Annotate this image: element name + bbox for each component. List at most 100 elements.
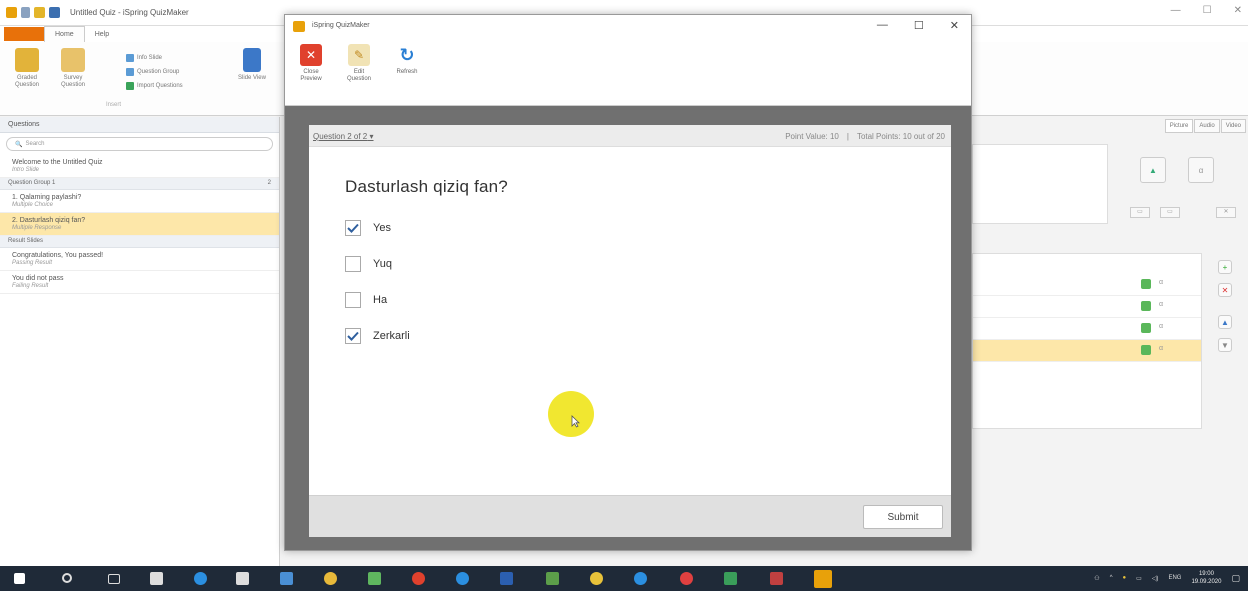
maximize-icon[interactable]: ☐: [1203, 5, 1212, 16]
table-row[interactable]: α: [973, 296, 1201, 318]
graded-question-icon: [15, 48, 39, 72]
store-icon[interactable]: [236, 572, 249, 585]
move-up-icon[interactable]: ▲: [1218, 315, 1232, 329]
question-nav-dropdown[interactable]: Question 2 of 2 ▾: [313, 132, 374, 141]
equation-icon[interactable]: α: [1159, 345, 1163, 352]
volume-icon[interactable]: ◁): [1152, 575, 1159, 582]
app-icon-2[interactable]: [324, 572, 337, 585]
mail-icon[interactable]: [150, 572, 163, 585]
open-folder-icon[interactable]: [34, 7, 45, 18]
option-zerkarli[interactable]: Zerkarli: [345, 328, 410, 344]
equation-icon[interactable]: α: [1188, 157, 1214, 183]
app-icon-9[interactable]: [770, 572, 783, 585]
tab-picture[interactable]: Picture: [1164, 119, 1194, 133]
clock[interactable]: 19:00 19.09.2020: [1191, 570, 1221, 586]
graded-question-button[interactable]: Graded Question: [8, 48, 46, 89]
chrome-icon[interactable]: [412, 572, 425, 585]
list-item-question-2[interactable]: 2. Dasturlash qiziq fan? Multiple Respon…: [0, 213, 279, 236]
close-preview-label: Close Preview: [300, 69, 322, 82]
equation-icon[interactable]: α: [1159, 279, 1163, 286]
submit-button[interactable]: Submit: [863, 505, 943, 529]
refresh-button[interactable]: ↻ Refresh: [389, 44, 425, 76]
question-group-header[interactable]: Question Group 1 2: [0, 178, 279, 190]
picture-icon[interactable]: [1141, 323, 1151, 333]
search-icon: 🔍: [15, 141, 23, 148]
table-row[interactable]: α: [973, 318, 1201, 340]
close-preview-button[interactable]: ✕ Close Preview: [293, 44, 329, 83]
app-icon-5[interactable]: [590, 572, 603, 585]
delete-answer-icon[interactable]: ✕: [1218, 283, 1232, 297]
word-icon[interactable]: [500, 572, 513, 585]
close-icon[interactable]: ✕: [1234, 5, 1242, 16]
search-input[interactable]: 🔍 Search: [6, 137, 273, 151]
delete-picture-button[interactable]: ✕: [1216, 207, 1236, 218]
tab-home[interactable]: Home: [44, 26, 85, 42]
save-icon[interactable]: [49, 7, 60, 18]
app-icon-6[interactable]: [634, 572, 647, 585]
table-row[interactable]: α: [973, 340, 1201, 362]
edit-question-button[interactable]: ✎ Edit Question: [341, 44, 377, 83]
network-icon[interactable]: ▭: [1136, 575, 1142, 582]
checkbox-yes[interactable]: [345, 220, 361, 236]
clock-date: 19.09.2020: [1191, 579, 1222, 585]
checkbox-yuq[interactable]: [345, 256, 361, 272]
picture-option-2-button[interactable]: ▭: [1160, 207, 1180, 218]
survey-question-button[interactable]: Survey Question: [54, 48, 92, 89]
telegram-icon[interactable]: [456, 572, 469, 585]
minimize-icon[interactable]: —: [1171, 5, 1181, 16]
app-icon-7[interactable]: [680, 572, 693, 585]
app-icon-1[interactable]: [280, 572, 293, 585]
option-yuq[interactable]: Yuq: [345, 256, 392, 272]
task-view-icon[interactable]: [108, 574, 120, 584]
app-icon-4[interactable]: [546, 572, 559, 585]
tab-help[interactable]: Help: [85, 26, 119, 42]
option-ha[interactable]: Ha: [345, 292, 387, 308]
people-icon[interactable]: ⚇: [1094, 575, 1099, 582]
start-windows-icon[interactable]: [14, 573, 25, 584]
tab-video[interactable]: Video: [1220, 119, 1246, 133]
picture-icon[interactable]: [1141, 301, 1151, 311]
picture-option-1-button[interactable]: ▭: [1130, 207, 1150, 218]
dialog-maximize-icon[interactable]: ☐: [914, 19, 924, 32]
tab-audio[interactable]: Audio: [1194, 119, 1220, 133]
picture-icon[interactable]: [1141, 279, 1151, 289]
app-icon-3[interactable]: [368, 572, 381, 585]
quizmaker-taskbar-icon[interactable]: [814, 570, 832, 588]
tray-app-icon[interactable]: ●: [1123, 575, 1127, 581]
question-group-button[interactable]: Question Group: [126, 68, 179, 76]
language-indicator[interactable]: ENG: [1168, 575, 1181, 581]
list-item-question-1[interactable]: 1. Qalaming paylashi? Multiple Choice: [0, 190, 279, 213]
slide-view-button[interactable]: Slide View: [238, 48, 266, 82]
add-picture-icon[interactable]: ▲: [1140, 157, 1166, 183]
question-group-icon: [126, 68, 134, 76]
info-slide-button[interactable]: Info Slide: [126, 54, 162, 62]
app-icon-8[interactable]: [724, 572, 737, 585]
list-item-result-pass[interactable]: Congratulations, You passed! Passing Res…: [0, 248, 279, 271]
intro-sub: Intro Slide: [12, 167, 40, 173]
equation-icon[interactable]: α: [1159, 323, 1163, 330]
result-pass-title: Congratulations, You passed!: [12, 252, 104, 259]
checkbox-ha[interactable]: [345, 292, 361, 308]
list-item-intro[interactable]: Welcome to the Untitled Quiz Intro Slide: [0, 155, 279, 178]
move-down-icon[interactable]: ▼: [1218, 338, 1232, 352]
picture-icon[interactable]: [1141, 345, 1151, 355]
dialog-minimize-icon[interactable]: —: [877, 19, 888, 32]
import-questions-button[interactable]: Import Questions: [126, 82, 183, 90]
edge-browser-icon[interactable]: [194, 572, 207, 585]
file-tab[interactable]: [4, 27, 44, 41]
add-answer-icon[interactable]: +: [1218, 260, 1232, 274]
app-title: Untitled Quiz - iSpring QuizMaker: [70, 8, 189, 17]
checkbox-zerkarli[interactable]: [345, 328, 361, 344]
new-icon[interactable]: [21, 7, 30, 18]
cursor-highlight: [548, 391, 594, 437]
list-item-result-fail[interactable]: You did not pass Failing Result: [0, 271, 279, 294]
table-row[interactable]: α: [973, 274, 1201, 296]
tray-expand-icon[interactable]: ^: [1110, 575, 1113, 581]
result-group-header[interactable]: Result Slides: [0, 236, 279, 248]
dialog-close-icon[interactable]: ✕: [950, 19, 959, 32]
option-yes[interactable]: Yes: [345, 220, 391, 236]
equation-icon[interactable]: α: [1159, 301, 1163, 308]
search-icon[interactable]: [62, 573, 72, 583]
question-1-type: Multiple Choice: [12, 202, 54, 208]
notifications-icon[interactable]: ▢: [1231, 573, 1240, 584]
